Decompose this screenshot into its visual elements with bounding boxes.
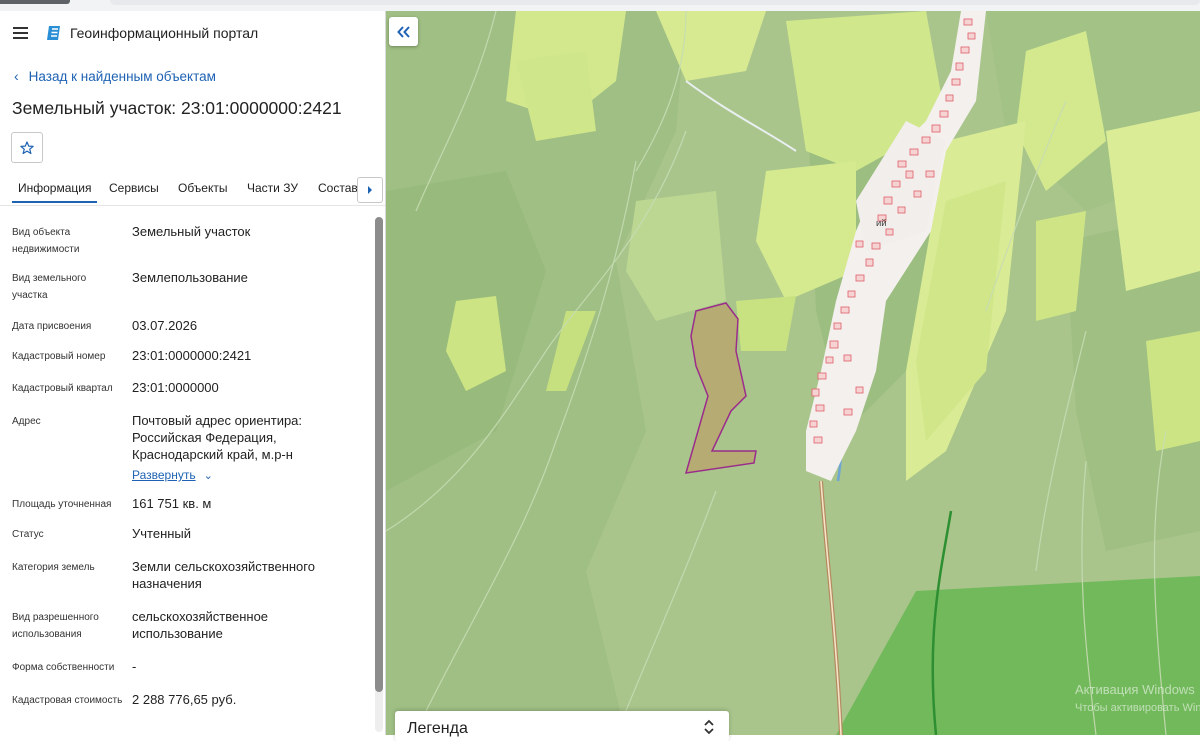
- detail-label: Дата присвоения: [12, 321, 92, 332]
- chevron-right-icon: [368, 186, 372, 194]
- scrollbar-thumb[interactable]: [375, 217, 383, 692]
- portal-logo-icon: [47, 26, 60, 40]
- collapse-panel-button[interactable]: [389, 17, 418, 46]
- detail-label: Форма собственности: [12, 662, 115, 673]
- star-outline-icon: [20, 140, 34, 154]
- detail-label: Вид разрешенного использования: [12, 612, 99, 640]
- detail-value: 03.07.2026: [132, 318, 198, 333]
- detail-label: Кадастровый квартал: [12, 383, 113, 394]
- back-link-label: Назад к найденным объектам: [28, 69, 216, 84]
- detail-label: Кадастровый номер: [12, 351, 106, 362]
- expand-link[interactable]: Развернуть: [132, 468, 196, 482]
- legend-title: Легенда: [407, 720, 468, 737]
- detail-value: -: [132, 659, 137, 674]
- address-expand[interactable]: Развернуть ⌄: [132, 466, 367, 485]
- chevron-left-icon: ‹: [14, 68, 19, 84]
- address-value: Почтовый адрес ориентира: Российская Фед…: [132, 413, 303, 462]
- tab-bar: Информация Сервисы Объекты Части ЗУ Сост…: [0, 176, 385, 206]
- tab-information[interactable]: Информация: [12, 181, 98, 203]
- map-graphics: [386, 11, 1200, 735]
- detail-label: Кадастровая стоимость: [12, 695, 123, 706]
- portal-title: Геоинформационный портал: [70, 25, 259, 41]
- detail-label: Категория земель: [12, 562, 95, 573]
- chevron-down-icon: ⌄: [203, 470, 213, 482]
- map-canvas[interactable]: Активация Windows Чтобы активировать Win…: [386, 11, 1200, 735]
- tab-parcel-parts[interactable]: Части ЗУ: [247, 181, 298, 195]
- browser-address-bar-edge: [110, 0, 1200, 5]
- unfold-icon[interactable]: [703, 719, 715, 735]
- page-title: Земельный участок: 23:01:0000000:2421: [12, 98, 342, 118]
- detail-value: Землепользование: [132, 270, 248, 285]
- windows-watermark: Активация Windows Чтобы активировать Win…: [1075, 681, 1200, 717]
- village-label: ий: [876, 218, 887, 229]
- double-chevron-left-icon: [396, 25, 410, 38]
- tab-composition[interactable]: Состав: [318, 181, 358, 195]
- detail-label: Статус: [12, 529, 44, 540]
- favorite-button[interactable]: [11, 132, 43, 163]
- detail-value: сельскохозяйственное использование: [132, 609, 269, 641]
- back-to-results-link[interactable]: ‹ Назад к найденным объектам: [14, 68, 216, 84]
- tabs-next-button[interactable]: [357, 177, 383, 203]
- watermark-line1: Активация Windows: [1075, 682, 1195, 697]
- detail-label: Адрес: [12, 416, 41, 427]
- detail-value: Земли сельскохозяйственного назначения: [132, 559, 315, 591]
- tab-services[interactable]: Сервисы: [109, 181, 159, 195]
- detail-value: 161 751 кв. м: [132, 496, 212, 511]
- hamburger-icon[interactable]: [13, 27, 28, 39]
- tab-objects[interactable]: Объекты: [178, 181, 228, 195]
- browser-tab-edge: [0, 0, 70, 4]
- detail-value: Земельный участок: [132, 224, 251, 239]
- watermark-line2: Чтобы активировать Windows: [1075, 702, 1200, 714]
- detail-label: Вид земельного участка: [12, 273, 87, 301]
- cadastral-value: 2 288 776,65 руб.: [132, 692, 237, 707]
- legend-panel[interactable]: Легенда: [395, 711, 729, 741]
- detail-label: Вид объекта недвижимости: [12, 227, 80, 255]
- detail-value: 23:01:0000000:2421: [132, 348, 252, 363]
- status-value: Учтенный: [132, 526, 192, 541]
- detail-value: 23:01:0000000: [132, 380, 219, 395]
- detail-label: Площадь уточненная: [12, 499, 112, 510]
- sidebar: Геоинформационный портал ‹ Назад к найден…: [0, 11, 386, 735]
